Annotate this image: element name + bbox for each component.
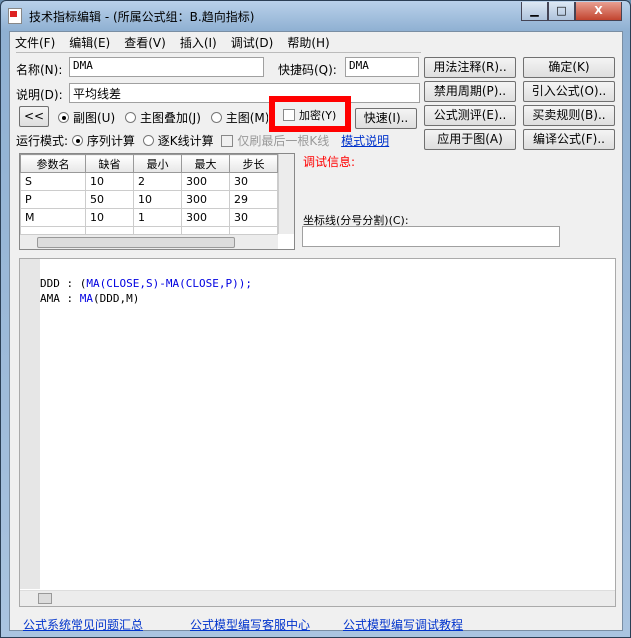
menu-debug[interactable]: 调试(D) (231, 36, 274, 50)
encrypt-label: 加密(Y) (299, 109, 337, 122)
compile-button[interactable]: 编译公式(F).. (523, 129, 615, 150)
radio-sub-label: 副图(U) (73, 111, 116, 125)
trade-rules-button[interactable]: 买卖规则(B).. (523, 105, 615, 126)
encrypt-highlight: 加密(Y) (269, 96, 351, 132)
code-keyword: MA (79, 292, 93, 305)
code-text: (CLOSE,S)- (99, 277, 166, 290)
cell[interactable]: 30 (228, 172, 279, 191)
run-mode-label: 运行模式: (16, 134, 69, 148)
cell[interactable]: 10 (85, 172, 134, 191)
code-line: AMA : MA(DDD,M) (40, 291, 252, 306)
mode-help-link[interactable]: 模式说明 (341, 134, 389, 148)
faq-link[interactable]: 公式系统常见问题汇总 (23, 616, 143, 633)
code-keyword: MA (165, 277, 180, 290)
cell[interactable]: 300 (180, 208, 230, 227)
menu-file[interactable]: 文件(F) (15, 36, 55, 50)
collapse-button[interactable]: << (19, 106, 49, 127)
menu-help[interactable]: 帮助(H) (287, 36, 329, 50)
close-button[interactable]: X (575, 2, 622, 21)
maximize-button[interactable]: □ (548, 2, 575, 21)
fast-button[interactable]: 快速(I).. (355, 108, 417, 129)
radio-seq-label: 序列计算 (86, 134, 135, 148)
disable-period-button[interactable]: 禁用周期(P).. (424, 81, 516, 102)
code-text: AMA : (40, 292, 80, 305)
menu-view[interactable]: 查看(V) (124, 36, 166, 50)
window-title: 技术指标编辑 - (所属公式组：B.趋向指标) (29, 10, 255, 24)
dialog-body: 文件(F) 编辑(E) 查看(V) 插入(I) 调试(D) 帮助(H) 名称(N): DM… (9, 31, 623, 633)
ok-button[interactable]: 确定(K) (523, 57, 615, 78)
code-line: DDD : (MA(CLOSE,S)-MA(CLOSE,P)); (40, 276, 252, 291)
name-label: 名称(N): (16, 63, 63, 77)
desc-input[interactable]: 平均线差 (69, 83, 420, 103)
evaluate-button[interactable]: 公式测评(E).. (424, 105, 516, 126)
vertical-scrollbar[interactable] (278, 154, 294, 234)
cell[interactable]: 1 (133, 208, 182, 227)
col-header[interactable]: 缺省 (85, 154, 134, 173)
table-row: P 50 10 300 29 (20, 190, 279, 209)
name-input[interactable]: DMA (69, 57, 264, 77)
only-last-label: 仅刷最后一根K线 (237, 134, 330, 148)
cell[interactable]: 10 (133, 190, 182, 209)
code-text: (DDD,M) (93, 292, 140, 305)
editor-horizontal-scrollbar[interactable] (20, 590, 615, 606)
radio-overlay[interactable] (124, 112, 136, 123)
cell[interactable]: 2 (133, 172, 182, 191)
horizontal-scrollbar[interactable] (20, 234, 278, 249)
encrypt-checkbox[interactable] (283, 109, 295, 121)
cell[interactable]: 30 (228, 208, 279, 227)
usage-button[interactable]: 用法注释(R).. (424, 57, 516, 78)
cell[interactable]: S (20, 172, 87, 191)
code-editor[interactable]: DDD : (MA(CLOSE,S)-MA(CLOSE,P)); AMA : MA… (19, 258, 616, 607)
menu-bar: 文件(F) 编辑(E) 查看(V) 插入(I) 调试(D) 帮助(H) (15, 34, 344, 51)
cell[interactable]: 300 (180, 190, 230, 209)
params-table: 参数名 缺省 最小 最大 步长 S 10 2 300 30 P 50 10 300 29 M 10 1 300… (19, 153, 295, 250)
apply-button[interactable]: 应用于图(A) (424, 129, 516, 150)
radio-sub[interactable] (58, 112, 69, 123)
cell[interactable]: 29 (228, 190, 279, 209)
code-text: (CLOSE,P)); (179, 277, 252, 290)
coord-input[interactable] (302, 226, 560, 247)
shortcut-input[interactable]: DMA (345, 57, 419, 77)
app-icon (8, 8, 22, 24)
radio-main[interactable] (210, 112, 222, 123)
col-header[interactable]: 最大 (180, 154, 230, 173)
support-link[interactable]: 公式模型编写客服中心 (190, 616, 310, 633)
tutorial-link[interactable]: 公式模型编写调试教程 (343, 616, 463, 633)
col-header[interactable]: 步长 (228, 154, 279, 173)
code-text: DDD : ( (40, 277, 87, 290)
shortcut-label: 快捷码(Q): (278, 63, 337, 77)
col-header[interactable]: 参数名 (20, 154, 87, 173)
radio-k[interactable] (142, 135, 154, 146)
only-last-checkbox (221, 135, 234, 147)
cell[interactable]: 10 (85, 208, 134, 227)
radio-main-label: 主图(M) (225, 111, 268, 125)
table-row: S 10 2 300 30 (20, 172, 279, 191)
cell[interactable]: 50 (85, 190, 134, 209)
minimize-button[interactable]: ▁ (521, 2, 548, 21)
table-row: M 10 1 300 30 (20, 208, 279, 227)
radio-k-label: 逐K线计算 (157, 134, 214, 148)
radio-overlay-label: 主图叠加(J) (139, 111, 201, 125)
window: 技术指标编辑 - (所属公式组：B.趋向指标) ▁ □ X 文件(F) 编辑(E)… (0, 0, 631, 638)
col-header[interactable]: 最小 (133, 154, 182, 173)
import-button[interactable]: 引入公式(O).. (523, 81, 615, 102)
cell[interactable]: 300 (180, 172, 230, 191)
cell[interactable]: M (20, 208, 87, 227)
menu-edit[interactable]: 编辑(E) (69, 36, 110, 50)
code-keyword: MA (86, 277, 100, 290)
menu-insert[interactable]: 插入(I) (180, 36, 217, 50)
debug-label: 调试信息: (303, 155, 356, 169)
cell[interactable]: P (20, 190, 87, 209)
radio-seq[interactable] (71, 135, 83, 146)
desc-label: 说明(D): (16, 88, 63, 102)
